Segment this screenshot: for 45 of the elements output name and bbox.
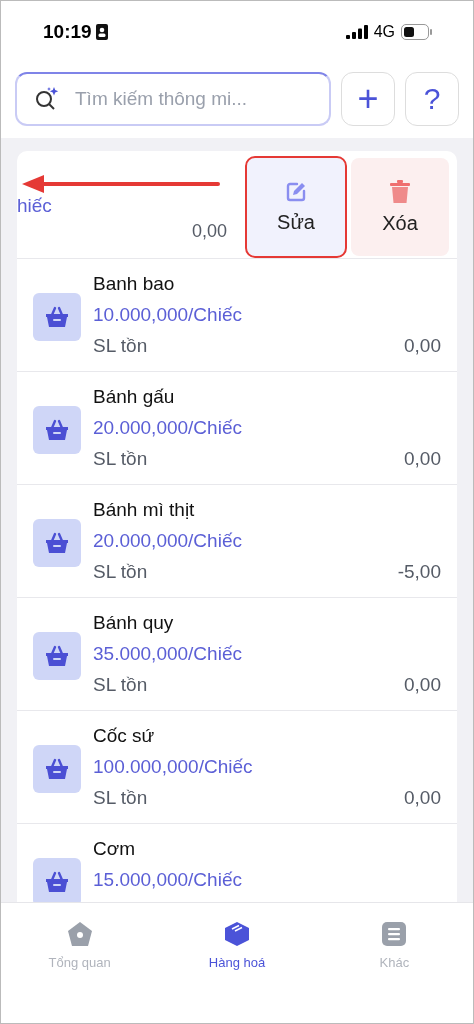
delete-button[interactable]: Xóa bbox=[351, 158, 449, 256]
stock-label: SL tồn bbox=[93, 448, 148, 470]
product-name: Cốc sứ bbox=[93, 725, 156, 747]
home-icon bbox=[66, 921, 93, 947]
stock-label: SL tồn bbox=[93, 674, 148, 696]
product-name: Banh bao bbox=[93, 273, 176, 295]
clock-time: 10:19 bbox=[43, 21, 92, 43]
edit-button[interactable]: Sửa bbox=[247, 158, 345, 256]
battery-icon bbox=[401, 24, 433, 40]
basket-icon bbox=[45, 306, 69, 328]
stock-value: 0,00 bbox=[404, 335, 441, 357]
stock-label: SL tồn bbox=[93, 335, 148, 357]
stock-value: -5,00 bbox=[397, 561, 441, 583]
product-price: 100.000,000/Chiếc bbox=[93, 756, 254, 778]
tab-item[interactable]: Hàng hoá bbox=[158, 921, 316, 973]
contact-card-icon bbox=[95, 24, 108, 40]
product-name: Cơm bbox=[93, 838, 136, 860]
basket-icon bbox=[45, 645, 69, 667]
basket-icon bbox=[45, 532, 69, 554]
stock-value: 0,00 bbox=[404, 787, 441, 809]
product-name: Bánh mì thịt bbox=[93, 499, 196, 521]
signal-icon bbox=[345, 25, 368, 39]
product-name: Bánh gấu bbox=[93, 386, 176, 408]
basket-icon bbox=[45, 419, 69, 441]
product-price: hiếc bbox=[17, 195, 52, 217]
stock-value: 0,00 bbox=[191, 221, 227, 242]
add-button[interactable]: + bbox=[341, 71, 395, 126]
product-price: 10.000,000/Chiếc bbox=[93, 304, 243, 326]
product-price: 20.000,000/Chiếc bbox=[93, 417, 243, 439]
stock-label: SL tồn bbox=[93, 561, 148, 583]
product-price: 35.000,000/Chiếc bbox=[93, 643, 243, 665]
stock-value: 0,00 bbox=[404, 674, 441, 696]
list-icon bbox=[381, 921, 408, 947]
basket-icon bbox=[45, 758, 69, 780]
stock-label: SL tồn bbox=[93, 787, 148, 809]
basket-icon bbox=[45, 871, 69, 893]
stock-value: 0,00 bbox=[404, 448, 441, 470]
product-price: 20.000,000/Chiếc bbox=[93, 530, 243, 552]
help-button[interactable]: ? bbox=[405, 71, 459, 126]
box-icon bbox=[224, 921, 250, 947]
product-price: 15.000,000/Chiếc bbox=[93, 869, 243, 891]
product-name: Bánh quy bbox=[93, 612, 175, 634]
pencil-icon bbox=[285, 180, 307, 203]
trash-icon bbox=[389, 179, 411, 204]
network-label: 4G bbox=[373, 23, 395, 41]
